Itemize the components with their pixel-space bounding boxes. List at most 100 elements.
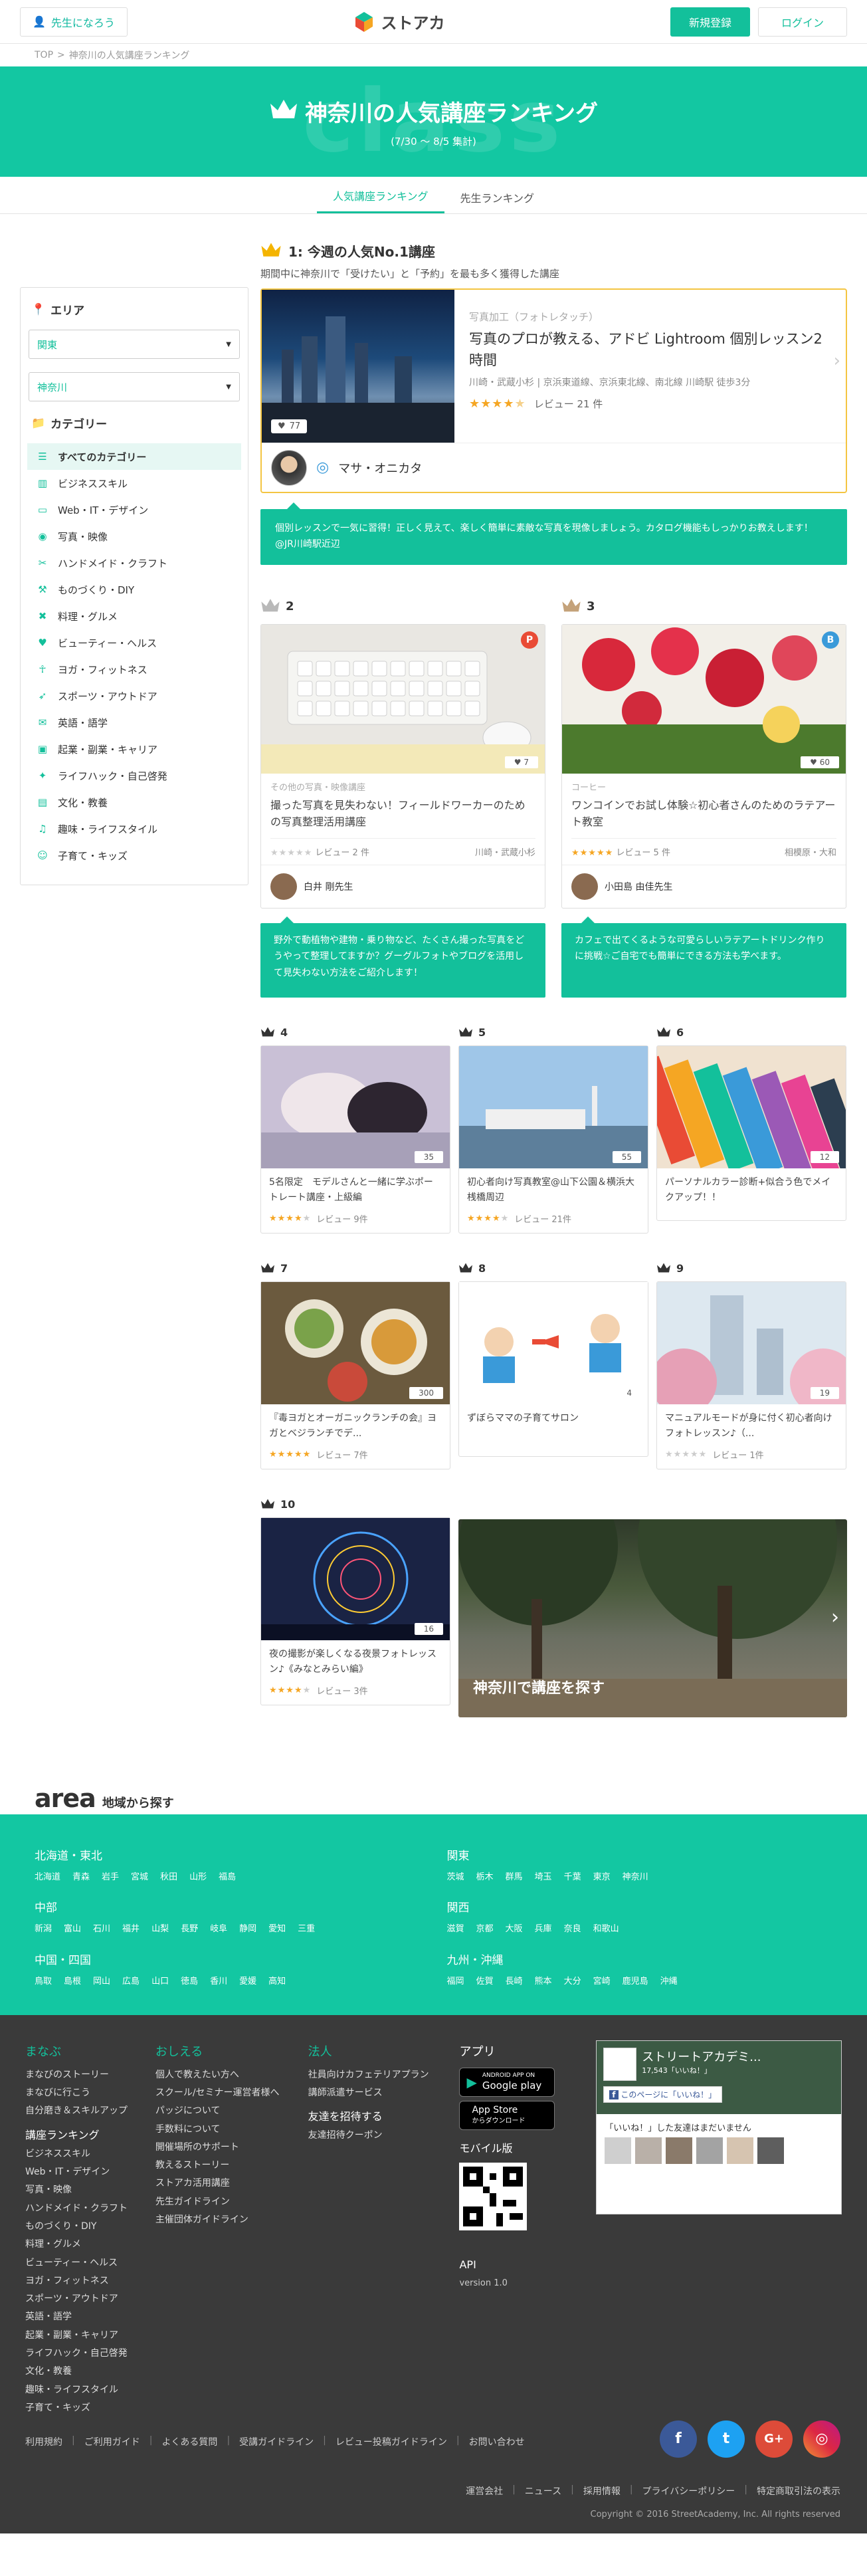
footer-legal-link[interactable]: 運営会社 [466, 2484, 503, 2498]
app-store-button[interactable]: App Store からダウンロード [459, 2100, 555, 2130]
login-button[interactable]: ログイン [757, 7, 847, 37]
prefecture-link[interactable]: 茨城 [447, 1870, 464, 1882]
footer-link[interactable]: ハンドメイド・クラフト [25, 2200, 155, 2218]
course-card[interactable]: 12 パーソナルカラー診断+似合う色でメイクアップ！！ [656, 1045, 846, 1221]
footer-link[interactable]: ビジネススキル [25, 2145, 155, 2163]
prefecture-link[interactable]: 秋田 [160, 1870, 177, 1882]
footer-link[interactable]: 個人で教えたい方へ [155, 2066, 308, 2084]
prefecture-link[interactable]: 東京 [593, 1870, 611, 1882]
prefecture-link[interactable]: 佐賀 [476, 1974, 494, 1986]
prefecture-link[interactable]: 新潟 [35, 1921, 52, 1934]
footer-bottom-link[interactable]: よくある質問 [161, 2435, 217, 2448]
footer-legal-link[interactable]: 採用情報 [583, 2484, 621, 2498]
prefecture-link[interactable]: 群馬 [506, 1870, 523, 1882]
breadcrumb-home[interactable]: TOP [35, 50, 53, 60]
teacher-avatar[interactable] [271, 449, 307, 486]
prefecture-link[interactable]: 和歌山 [593, 1921, 619, 1934]
footer-link[interactable]: ストアカ活用講座 [155, 2175, 308, 2193]
prefecture-link[interactable]: 鳥取 [35, 1974, 52, 1986]
sidebar-item-category[interactable]: ✖ 料理・グルメ [27, 603, 241, 629]
like-count[interactable]: 55 [612, 1150, 641, 1163]
prefecture-link[interactable]: 福島 [219, 1870, 236, 1882]
teacher-name[interactable]: 白井 剛先生 [304, 880, 353, 893]
like-count[interactable]: ♥ 60 [801, 756, 839, 768]
sidebar-item-category[interactable]: ♫ 趣味・ライフスタイル [27, 815, 241, 842]
fb-like-button[interactable]: f このページに「いいね！」 [603, 2086, 723, 2103]
prefecture-link[interactable]: 鹿児島 [623, 1974, 648, 1986]
course-title[interactable]: 写真のプロが教える、アドビ Lightroom 個別レッスン2時間 [469, 329, 827, 371]
facebook-widget[interactable]: ストリートアカデミ... 17,543「いいね！」 f このページに「いいね！」… [596, 2040, 842, 2214]
course-card[interactable]: B ♥ 60 コーヒー ワンコインでお試し体験☆初心者さんのためのラテアート教室… [561, 623, 846, 909]
prefecture-link[interactable]: 宮城 [131, 1870, 148, 1882]
course-card[interactable]: 300 『毒ヨガとオーガニックランチの会』ヨガとベジランチでデ... ★★★★★… [260, 1281, 450, 1469]
prefecture-link[interactable]: 岩手 [102, 1870, 119, 1882]
sidebar-item-category[interactable]: ⚒ ものづくり・DIY [27, 576, 241, 603]
footer-link[interactable]: 教えるストーリー [155, 2157, 308, 2175]
footer-link[interactable]: 友達招待クーポン [308, 2127, 460, 2145]
like-count[interactable]: 19 [810, 1386, 839, 1399]
prefecture-link[interactable]: 長崎 [506, 1974, 523, 1986]
prefecture-link[interactable]: 山梨 [151, 1921, 169, 1934]
prefecture-link[interactable]: 神奈川 [623, 1870, 648, 1882]
rank1-course-card[interactable]: ♥ 77 写真加工（フォトレタッチ） 写真のプロが教える、アドビ Lightro… [260, 288, 847, 493]
sidebar-item-category[interactable]: ♥ ビューティー・ヘルス [27, 629, 241, 656]
prefecture-link[interactable]: 奈良 [564, 1921, 581, 1934]
sidebar-item-category[interactable]: ▭ Web・IT・デザイン [27, 496, 241, 523]
course-card[interactable]: 35 5名限定 モデルさんと一緒に学ぶポートレート講座・上級編 ★★★★★ レビュ… [260, 1045, 450, 1234]
prefecture-link[interactable]: 石川 [93, 1921, 110, 1934]
prefecture-link[interactable]: 静岡 [239, 1921, 256, 1934]
course-card[interactable]: 55 初心者向け写真教室@山下公園＆横浜大桟橋周辺 ★★★★★ レビュー 21件 [458, 1045, 648, 1234]
sidebar-item-category[interactable]: ☥ ヨガ・フィットネス [27, 656, 241, 683]
footer-bottom-link[interactable]: 利用規約 [25, 2435, 62, 2448]
sidebar-item-category[interactable]: ▣ 起業・副業・キャリア [27, 736, 241, 762]
sidebar-item-category[interactable]: ▤ 文化・教養 [27, 789, 241, 815]
footer-link[interactable]: 料理・グルメ [25, 2236, 155, 2254]
footer-link[interactable]: 開催場所のサポート [155, 2139, 308, 2157]
course-card[interactable]: 16 夜の撮影が楽しくなる夜景フォトレッスン♪《みなとみらい編》 ★★★★★ レビ… [260, 1517, 450, 1705]
course-card[interactable]: P ♥ 7 その他の写真・映像講座 撮った写真を見失わない！フィールドワーカーの… [260, 623, 545, 909]
sidebar-item-category[interactable]: ☺ 子育て・キッズ [27, 842, 241, 869]
sidebar-item-category[interactable]: ✉ 英語・語学 [27, 709, 241, 736]
tab-course-ranking[interactable]: 人気講座ランキング [316, 187, 444, 213]
footer-ranking-title[interactable]: 講座ランキング [25, 2125, 155, 2145]
footer-link[interactable]: 社員向けカフェテリアプラン [308, 2066, 460, 2084]
signup-button[interactable]: 新規登録 [670, 7, 750, 37]
prefecture-link[interactable]: 栃木 [476, 1870, 494, 1882]
google-play-button[interactable]: ▶ ANDROID APP ON Google play [459, 2067, 555, 2097]
prefecture-link[interactable]: 愛知 [268, 1921, 286, 1934]
footer-link[interactable]: 主催団体ガイドライン [155, 2211, 308, 2229]
footer-api-title[interactable]: API [459, 2254, 596, 2275]
prefecture-link[interactable]: 島根 [64, 1974, 81, 1986]
course-title[interactable]: 5名限定 モデルさんと一緒に学ぶポートレート講座・上級編 [261, 1168, 450, 1212]
like-count[interactable]: 300 [409, 1386, 443, 1399]
course-title[interactable]: 初心者向け写真教室@山下公園＆横浜大桟橋周辺 [459, 1168, 648, 1212]
course-title[interactable]: ワンコインでお試し体験☆初心者さんのためのラテアート教室 [571, 797, 836, 831]
prefecture-link[interactable]: 岐阜 [210, 1921, 227, 1934]
prefecture-link[interactable]: 滋賀 [447, 1921, 464, 1934]
like-count[interactable]: 12 [810, 1150, 839, 1163]
prefecture-link[interactable]: 福井 [122, 1921, 140, 1934]
sidebar-item-category[interactable]: ➶ スポーツ・アウトドア [27, 683, 241, 709]
teacher-name[interactable]: 小田島 由佳先生 [605, 880, 672, 893]
prefecture-link[interactable]: 福岡 [447, 1974, 464, 1986]
sidebar-item-category[interactable]: ☰ すべてのカテゴリー [27, 443, 241, 470]
course-card[interactable]: 4 ずぼらママの子育てサロン [458, 1281, 648, 1457]
prefecture-link[interactable]: 青森 [72, 1870, 90, 1882]
footer-link[interactable]: スクール/セミナー運営者様へ [155, 2084, 308, 2102]
footer-bottom-link[interactable]: レビュー投稿ガイドライン [336, 2435, 447, 2448]
footer-link[interactable]: 写真・映像 [25, 2181, 155, 2199]
region-select[interactable]: 関東 ▼ [29, 330, 240, 359]
footer-bottom-link[interactable]: お問い合わせ [469, 2435, 525, 2448]
footer-link[interactable]: 英語・語学 [25, 2308, 155, 2326]
footer-link[interactable]: ビューティー・ヘルス [25, 2254, 155, 2272]
footer-link[interactable]: 起業・副業・キャリア [25, 2327, 155, 2345]
footer-link[interactable]: まなびに行こう [25, 2084, 155, 2102]
sidebar-item-category[interactable]: ✂ ハンドメイド・クラフト [27, 550, 241, 576]
footer-link[interactable]: Web・IT・デザイン [25, 2163, 155, 2181]
prefecture-link[interactable]: 高知 [268, 1974, 286, 1986]
footer-link[interactable]: 趣味・ライフスタイル [25, 2381, 155, 2399]
prefecture-link[interactable]: 三重 [298, 1921, 315, 1934]
footer-link[interactable]: 子育て・キッズ [25, 2399, 155, 2417]
course-title[interactable]: マニュアルモードが身に付く初心者向けフォトレッスン♪（... [657, 1404, 846, 1448]
course-title[interactable]: 『毒ヨガとオーガニックランチの会』ヨガとベジランチでデ... [261, 1404, 450, 1448]
